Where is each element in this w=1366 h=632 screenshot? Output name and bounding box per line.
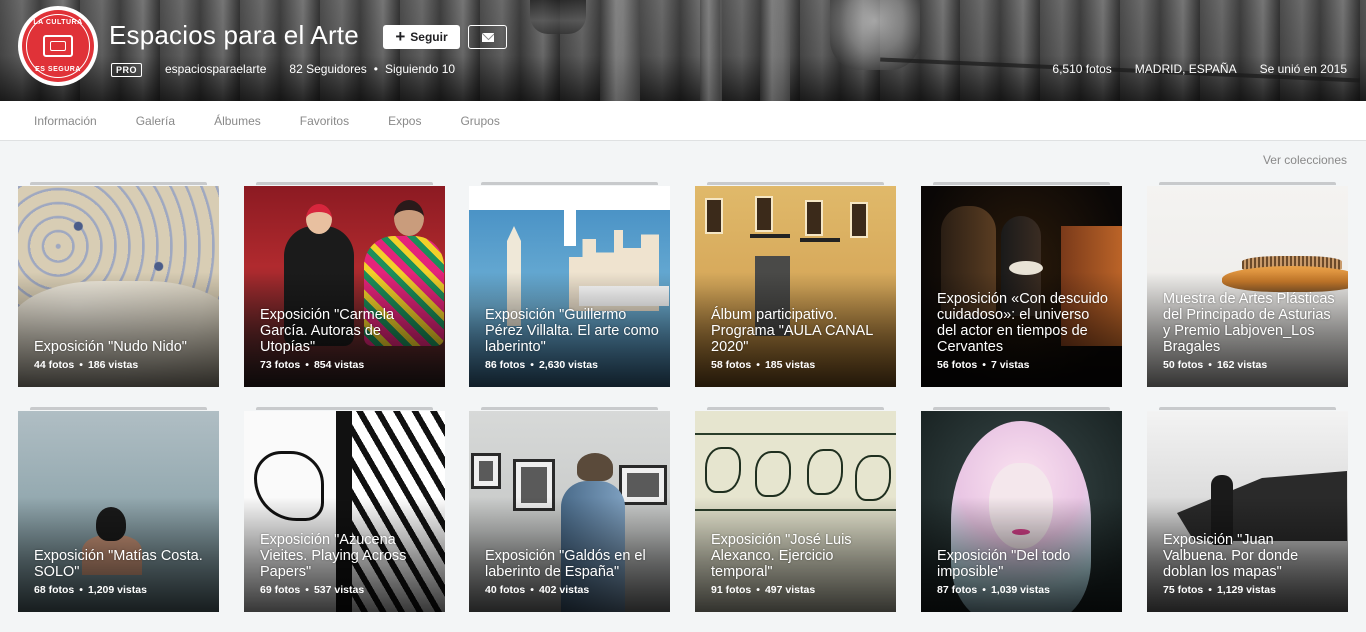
- header-background-pillar: [600, 0, 640, 101]
- tab-galeria[interactable]: Galería: [136, 114, 175, 128]
- album-view-count: 2,630 vistas: [538, 359, 598, 371]
- album-photo-count: 56 fotos: [937, 359, 978, 371]
- album-photo-count: 50 fotos: [1163, 359, 1204, 371]
- album-stats: 56 fotos • 7 vistas: [937, 359, 1030, 371]
- album-card[interactable]: Exposición "Guillermo Pérez Villalta. El…: [469, 182, 670, 387]
- album-view-count: 497 vistas: [764, 584, 816, 596]
- location: MADRID, ESPAÑA: [1134, 62, 1237, 76]
- profile-stats: 6,510 fotos MADRID, ESPAÑA Se unió en 20…: [1052, 62, 1347, 76]
- following-link[interactable]: Siguiendo 10: [385, 62, 455, 76]
- album-photo-count: 68 fotos: [34, 584, 75, 596]
- album-title: Exposición "Galdós en el laberinto de Es…: [485, 548, 646, 580]
- album-stats: 91 fotos • 497 vistas: [711, 584, 816, 596]
- album-stats: 87 fotos • 1,039 vistas: [937, 584, 1050, 596]
- album-view-count: 1,039 vistas: [990, 584, 1050, 596]
- album-view-count: 854 vistas: [313, 359, 365, 371]
- message-button[interactable]: [468, 25, 507, 49]
- profile-meta: espaciosparaelarte 82 Seguidores • Sigui…: [165, 62, 455, 76]
- avatar[interactable]: LA CULTURA ES SEGURA: [18, 6, 98, 86]
- album-photo-count: 44 fotos: [34, 359, 75, 371]
- follow-button-label: Seguir: [410, 30, 448, 44]
- profile-nav: Información Galería Álbumes Favoritos Ex…: [0, 101, 1366, 141]
- album-card[interactable]: Exposición "Del todo imposible" 87 fotos…: [921, 407, 1122, 612]
- tab-expos[interactable]: Expos: [388, 114, 421, 128]
- avatar-text-bottom: ES SEGURA: [35, 66, 81, 73]
- album-photo-count: 69 fotos: [260, 584, 301, 596]
- album-photo-count: 86 fotos: [485, 359, 526, 371]
- box-icon: [43, 35, 73, 57]
- album-view-count: 186 vistas: [87, 359, 139, 371]
- meta-separator: •: [373, 62, 378, 76]
- pro-badge: PRO: [111, 63, 143, 77]
- album-card[interactable]: Exposición "Galdós en el laberinto de Es…: [469, 407, 670, 612]
- album-title: Exposición "Azucena Vieites. Playing Acr…: [260, 532, 407, 580]
- album-view-count: 162 vistas: [1216, 359, 1268, 371]
- album-stats: 44 fotos • 186 vistas: [34, 359, 139, 371]
- envelope-icon: [481, 32, 494, 42]
- tab-favoritos[interactable]: Favoritos: [300, 114, 349, 128]
- album-card[interactable]: Exposición "Nudo Nido" 44 fotos • 186 vist…: [18, 182, 219, 387]
- album-photo-count: 87 fotos: [937, 584, 978, 596]
- album-stats: 58 fotos • 185 vistas: [711, 359, 816, 371]
- album-card[interactable]: Muestra de Artes Plásticas del Principad…: [1147, 182, 1348, 387]
- avatar-text-top: LA CULTURA: [33, 19, 83, 26]
- album-title: Exposición "Juan Valbuena. Por donde dob…: [1163, 532, 1299, 580]
- album-view-count: 1,129 vistas: [1216, 584, 1276, 596]
- album-stats: 68 fotos • 1,209 vistas: [34, 584, 147, 596]
- album-card[interactable]: Exposición "Carmela García. Autoras de U…: [244, 182, 445, 387]
- album-view-count: 1,209 vistas: [87, 584, 147, 596]
- album-title: Exposición "Del todo imposible": [937, 548, 1071, 580]
- album-title: Exposición «Con descuido cuidadoso»: el …: [937, 291, 1108, 355]
- album-title: Muestra de Artes Plásticas del Principad…: [1163, 291, 1335, 355]
- album-photo-count: 91 fotos: [711, 584, 752, 596]
- album-stats: 86 fotos • 2,630 vistas: [485, 359, 598, 371]
- album-card[interactable]: Álbum participativo. Programa "AULA CANA…: [695, 182, 896, 387]
- album-card[interactable]: Exposición "Juan Valbuena. Por donde dob…: [1147, 407, 1348, 612]
- album-card[interactable]: Exposición "José Luis Alexanco. Ejercici…: [695, 407, 896, 612]
- header-background-pillar: [700, 0, 722, 101]
- profile-name: Espacios para el Arte: [109, 20, 359, 50]
- album-title: Álbum participativo. Programa "AULA CANA…: [711, 307, 873, 355]
- album-stats: 69 fotos • 537 vistas: [260, 584, 365, 596]
- plus-icon: +: [395, 26, 406, 46]
- album-card[interactable]: Exposición "Azucena Vieites. Playing Acr…: [244, 407, 445, 612]
- album-stats: 50 fotos • 162 vistas: [1163, 359, 1268, 371]
- avatar-logo: LA CULTURA ES SEGURA: [22, 10, 94, 82]
- album-stats: 73 fotos • 854 vistas: [260, 359, 365, 371]
- tab-informacion[interactable]: Información: [34, 114, 97, 128]
- album-title: Exposición "Matías Costa. SOLO": [34, 548, 203, 580]
- album-stats: 75 fotos • 1,129 vistas: [1163, 584, 1276, 596]
- album-card[interactable]: Exposición "Matías Costa. SOLO" 68 fotos…: [18, 407, 219, 612]
- album-photo-count: 40 fotos: [485, 584, 526, 596]
- follow-button[interactable]: + Seguir: [383, 25, 460, 49]
- header-background-pillar: [760, 0, 790, 101]
- view-collections-link[interactable]: Ver colecciones: [1263, 153, 1347, 167]
- album-title: Exposición "Carmela García. Autoras de U…: [260, 307, 395, 355]
- album-stats: 40 fotos • 402 vistas: [485, 584, 590, 596]
- username: espaciosparaelarte: [165, 62, 267, 76]
- album-photo-count: 58 fotos: [711, 359, 752, 371]
- photos-count: 6,510 fotos: [1052, 62, 1112, 76]
- album-view-count: 185 vistas: [764, 359, 816, 371]
- album-view-count: 402 vistas: [538, 584, 590, 596]
- header-background-lamp: [530, 0, 586, 34]
- joined-date: Se unió en 2015: [1259, 62, 1347, 76]
- profile-header: LA CULTURA ES SEGURA Espacios para el Ar…: [0, 0, 1366, 101]
- album-title: Exposición "José Luis Alexanco. Ejercici…: [711, 532, 852, 580]
- tab-albumes[interactable]: Álbumes: [214, 114, 261, 128]
- album-title: Exposición "Guillermo Pérez Villalta. El…: [485, 307, 659, 355]
- album-photo-count: 75 fotos: [1163, 584, 1204, 596]
- album-title: Exposición "Nudo Nido": [34, 339, 187, 355]
- tab-grupos[interactable]: Grupos: [460, 114, 499, 128]
- followers-link[interactable]: 82 Seguidores: [289, 62, 366, 76]
- album-view-count: 7 vistas: [990, 359, 1030, 371]
- album-photo-count: 73 fotos: [260, 359, 301, 371]
- album-view-count: 537 vistas: [313, 584, 365, 596]
- album-card[interactable]: Exposición «Con descuido cuidadoso»: el …: [921, 182, 1122, 387]
